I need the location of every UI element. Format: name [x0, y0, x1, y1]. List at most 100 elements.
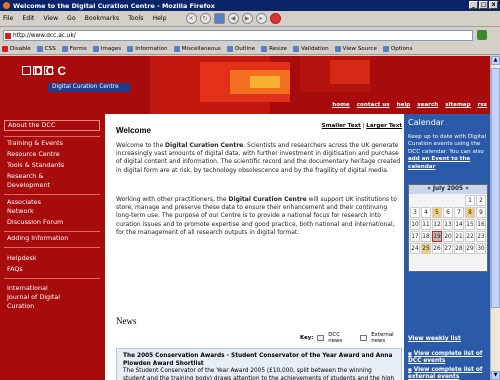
devbar-disable[interactable]: Disable — [2, 45, 31, 52]
devbar-css[interactable]: CSS — [36, 45, 56, 52]
maximize-button[interactable]: □ — [479, 1, 488, 9]
news-item-title[interactable]: The 2005 Conservation Awards - Student C… — [123, 353, 395, 368]
calendar-day[interactable]: 30 — [476, 243, 486, 254]
page-viewport: DCC Digital Curation Centre home contact… — [0, 56, 490, 380]
minimize-button[interactable]: _ — [469, 1, 478, 9]
calendar-day[interactable]: 10 — [410, 219, 420, 230]
calendar-day[interactable]: 2 — [476, 195, 486, 206]
menu-go[interactable]: Go — [67, 15, 76, 22]
calendar-day[interactable]: 11 — [421, 219, 431, 230]
calendar-day[interactable]: 15 — [465, 219, 475, 230]
sidebar-item-journal-2[interactable]: Journal of Digital — [4, 293, 100, 302]
external-events-link[interactable]: View complete list of external events — [408, 366, 488, 380]
sidebar-item-development[interactable]: Development — [4, 181, 100, 190]
close-button[interactable]: x — [489, 1, 498, 9]
url-field[interactable]: http://www.dcc.ac.uk/ — [3, 29, 473, 41]
devbar-images[interactable]: Images — [92, 45, 121, 52]
calendar-day[interactable]: 21 — [454, 231, 464, 242]
devbar-view-source[interactable]: View Source — [334, 45, 377, 52]
nav-home-link[interactable]: home — [332, 102, 349, 108]
menu-file[interactable]: File — [3, 15, 13, 22]
devbar-resize[interactable]: Resize — [261, 45, 287, 52]
news-heading: News — [116, 316, 137, 326]
menu-bookmarks[interactable]: Bookmarks — [85, 15, 120, 22]
calendar-day[interactable]: 3 — [410, 207, 420, 218]
nav-rss-link[interactable]: rss — [478, 102, 487, 108]
calendar-day[interactable]: 17 — [410, 231, 420, 242]
calendar-day[interactable]: 9 — [476, 207, 486, 218]
larger-text-link[interactable]: Larger Text — [366, 123, 402, 129]
menu-edit[interactable]: Edit — [22, 15, 34, 22]
calendar-day[interactable]: 20 — [443, 231, 453, 242]
scroll-up-icon[interactable]: ▲ — [491, 56, 500, 65]
calendar-day[interactable]: 1 — [465, 195, 475, 206]
menu-help[interactable]: Help — [152, 15, 166, 22]
sidebar-item-adding-info[interactable]: Adding Information — [4, 234, 100, 243]
calendar-day[interactable]: 29 — [465, 243, 475, 254]
calendar-title: Calendar — [408, 118, 444, 127]
calendar-day[interactable]: 26 — [432, 243, 442, 254]
calendar-day[interactable]: 16 — [476, 219, 486, 230]
url-text: http://www.dcc.ac.uk/ — [13, 32, 76, 39]
scroll-down-icon[interactable]: ▼ — [491, 371, 500, 380]
menu-view[interactable]: View — [43, 15, 58, 22]
calendar-day[interactable]: 23 — [476, 231, 486, 242]
calendar-day[interactable]: 5 — [432, 207, 442, 218]
menu-bar: File Edit View Go Bookmarks Tools Help ×… — [0, 11, 500, 27]
devbar-miscellaneous[interactable]: Miscellaneous — [173, 45, 221, 52]
devbar-outline[interactable]: Outline — [226, 45, 255, 52]
forward-icon[interactable]: ▶ — [241, 13, 253, 24]
go-button[interactable] — [477, 30, 487, 40]
home-icon[interactable] — [213, 13, 225, 24]
next-month-button[interactable]: » — [465, 186, 469, 192]
devbar-information[interactable]: Information — [127, 45, 168, 52]
devbar-forms[interactable]: Forms — [61, 45, 87, 52]
sidebar-item-research[interactable]: Research & — [4, 172, 100, 181]
calendar-day[interactable]: 22 — [465, 231, 475, 242]
calendar-day[interactable]: 8 — [465, 207, 475, 218]
menu-tools[interactable]: Tools — [128, 15, 143, 22]
stop-icon[interactable]: × — [185, 13, 197, 24]
sidebar-item-faqs[interactable]: FAQs — [4, 265, 100, 274]
stop-load-icon[interactable] — [269, 13, 281, 24]
calendar-day[interactable]: 14 — [454, 219, 464, 230]
vertical-scrollbar[interactable]: ▲ ▼ — [490, 56, 500, 380]
calendar-day[interactable]: 7 — [454, 207, 464, 218]
sidebar-item-journal-3[interactable]: Curation — [4, 302, 100, 311]
reload-icon[interactable]: ↻ — [199, 13, 211, 24]
calendar-day[interactable]: 28 — [454, 243, 464, 254]
smaller-text-link[interactable]: Smaller Text — [322, 123, 361, 129]
sidebar-item-network[interactable]: Network — [4, 207, 100, 216]
view-weekly-link[interactable]: View weekly list — [408, 336, 488, 343]
dcc-events-link[interactable]: View complete list of DCC events — [408, 350, 488, 366]
calendar-day[interactable]: 4 — [421, 207, 431, 218]
calendar-day[interactable]: 6 — [443, 207, 453, 218]
calendar-day[interactable]: 12 — [432, 219, 442, 230]
news-item: The 2005 Conservation Awards - Student C… — [116, 348, 402, 380]
calendar-day[interactable]: 24 — [410, 243, 420, 254]
devbar-options[interactable]: Options — [382, 45, 413, 52]
add-event-link[interactable]: add an Event to the calendar — [408, 156, 470, 169]
sidebar-item-forum[interactable]: Discussion Forum — [4, 218, 100, 227]
prev-month-button[interactable]: « — [427, 186, 431, 192]
nav-help-link[interactable]: help — [397, 102, 411, 108]
sidebar-item-about[interactable]: About the DCC — [4, 120, 100, 131]
calendar-day[interactable]: 18 — [421, 231, 431, 242]
sidebar-item-training[interactable]: Training & Events — [4, 139, 100, 148]
calendar-day[interactable]: 13 — [443, 219, 453, 230]
sidebar-item-journal[interactable]: International — [4, 284, 100, 293]
calendar-day[interactable]: 27 — [443, 243, 453, 254]
calendar-day[interactable]: 19 — [432, 231, 442, 242]
sidebar-item-helpdesk[interactable]: Helpdesk — [4, 254, 100, 263]
sidebar-item-associates[interactable]: Associates — [4, 198, 100, 207]
nav-contact-link[interactable]: contact us — [357, 102, 390, 108]
nav-sitemap-link[interactable]: sitemap — [445, 102, 470, 108]
back-icon[interactable]: ◀ — [227, 13, 239, 24]
calendar-day[interactable]: 25 — [421, 243, 431, 254]
sidebar-item-resource[interactable]: Resource Centre — [4, 150, 100, 159]
history-icon[interactable]: ▸ — [255, 13, 267, 24]
sidebar-item-tools[interactable]: Tools & Standards — [4, 161, 100, 170]
scroll-thumb[interactable] — [491, 68, 500, 308]
nav-search-link[interactable]: search — [417, 102, 438, 108]
devbar-validation[interactable]: Validation — [293, 45, 329, 52]
